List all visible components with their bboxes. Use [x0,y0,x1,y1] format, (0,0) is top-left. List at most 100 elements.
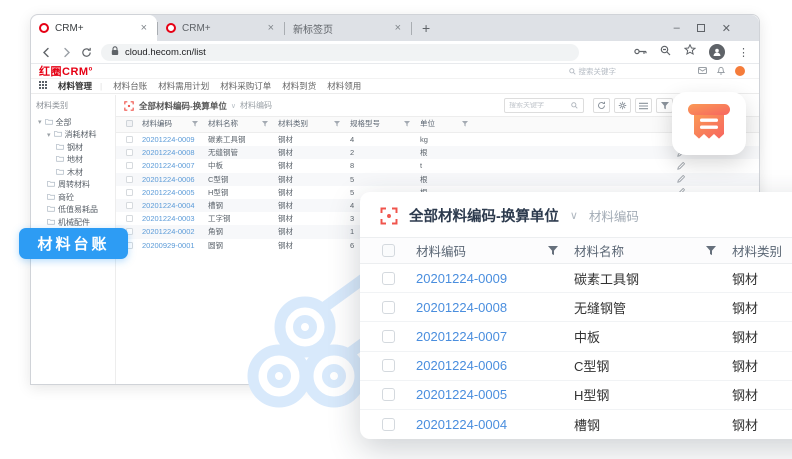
nav-item[interactable]: 材料管理 | [58,80,102,92]
table-row[interactable]: 20201224-0006 C型钢 钢材 5 根 [116,173,759,186]
row-checkbox[interactable] [126,149,133,156]
overlay-view-title[interactable]: 全部材料编码-换算单位 [409,205,559,226]
material-code-link[interactable]: 20201224-0008 [416,300,574,315]
material-code-link[interactable]: 20201224-0009 [142,135,208,144]
overlay-table-row[interactable]: 20201224-0006 C型钢 钢材 [360,352,792,381]
overlay-column-header[interactable]: 材料类别 [732,241,792,260]
material-code-link[interactable]: 20201224-0004 [142,201,208,210]
filter-funnel-icon[interactable] [334,121,340,127]
overlay-row-checkbox[interactable] [382,330,395,343]
overlay-row-checkbox[interactable] [382,418,395,431]
bookmark-star-icon[interactable] [684,43,696,61]
overlay-column-header[interactable]: 材料编码 [416,241,574,260]
nav-item[interactable]: 材料到货 | [282,80,316,92]
apps-grid-icon[interactable] [39,81,47,91]
material-code-link[interactable]: 20201224-0002 [142,227,208,236]
nav-item[interactable]: 材料领用 | [327,80,361,92]
tree-node[interactable]: ▾ 木材 [36,166,115,179]
material-code-link[interactable]: 20201224-0004 [416,417,574,432]
global-search[interactable]: 搜索关键字 [569,66,617,77]
bell-icon[interactable] [717,62,725,80]
nav-item[interactable]: 材料需用计划 | [158,80,209,92]
row-checkbox[interactable] [126,189,133,196]
tree-node[interactable]: ▾ 全部 [36,116,115,129]
edit-pencil-icon[interactable] [478,162,759,170]
overlay-table-row[interactable]: 20201224-0004 槽钢 钢材 [360,410,792,439]
close-window-button[interactable]: ✕ [722,22,731,35]
zoom-icon[interactable] [660,43,671,61]
tree-node[interactable]: ▾ 周转材料 [36,179,115,192]
material-code-link[interactable]: 20201224-0003 [142,214,208,223]
table-row[interactable]: 20201224-0007 中板 钢材 8 t [116,159,759,172]
tab-close-icon[interactable]: × [266,23,276,33]
select-all-checkbox[interactable] [126,120,133,127]
overlay-table-row[interactable]: 20201224-0008 无缝钢管 钢材 [360,293,792,322]
profile-avatar[interactable] [709,44,725,60]
chevron-down-icon[interactable]: ∨ [231,102,236,110]
back-icon[interactable] [41,47,52,58]
table-row[interactable]: 20201224-0009 碳素工具钢 钢材 4 kg [116,133,759,146]
material-code-link[interactable]: 20201224-0005 [142,188,208,197]
user-avatar[interactable] [735,66,745,76]
tree-node[interactable]: ▾ 机械配件 [36,216,115,229]
browser-tab[interactable]: CRM+ × [31,15,157,41]
message-icon[interactable] [698,62,707,80]
tab-close-icon[interactable]: × [393,23,403,33]
overlay-table-row[interactable]: 20201224-0007 中板 钢材 [360,322,792,351]
overlay-column-header[interactable]: 材料名称 [574,241,732,260]
filter-funnel-icon[interactable] [262,121,268,127]
refresh-icon[interactable] [81,47,92,58]
column-header[interactable]: 材料编码 [142,118,208,129]
overlay-row-checkbox[interactable] [382,301,395,314]
overlay-table-row[interactable]: 20201224-0005 H型钢 钢材 [360,381,792,410]
material-code-link[interactable]: 20201224-0009 [416,271,574,286]
material-code-link[interactable]: 20200929-0001 [142,241,208,250]
view-title[interactable]: 全部材料编码-换算单位 [139,100,227,112]
minimize-button[interactable]: – [674,22,680,34]
filter-funnel-icon[interactable] [404,121,410,127]
tree-node[interactable]: ▾ 地材 [36,154,115,167]
nav-item[interactable]: 材料采购订单 | [220,80,271,92]
refresh-table-button[interactable] [593,98,610,113]
tree-node[interactable]: ▾ 低值易耗品 [36,204,115,217]
material-code-link[interactable]: 20201224-0007 [416,329,574,344]
new-tab-button[interactable]: + [412,20,440,36]
column-header[interactable]: 单位 [420,118,478,129]
material-code-link[interactable]: 20201224-0005 [416,387,574,402]
table-search[interactable] [504,98,584,113]
browser-tab[interactable]: 新标签页 × [285,15,411,41]
material-code-link[interactable]: 20201224-0006 [142,175,208,184]
browser-menu-icon[interactable]: ⋮ [738,46,749,59]
tree-node[interactable]: ▾ 商砼 [36,191,115,204]
material-code-link[interactable]: 20201224-0008 [142,148,208,157]
overlay-select-all-checkbox[interactable] [382,244,395,257]
column-header[interactable]: 材料名称 [208,118,278,129]
row-checkbox[interactable] [126,162,133,169]
chevron-down-icon[interactable]: ∨ [570,209,578,222]
edit-pencil-icon[interactable] [478,175,759,183]
tree-node[interactable]: ▾ 消耗材料 [36,129,115,142]
row-checkbox[interactable] [126,136,133,143]
table-search-input[interactable] [509,102,571,109]
settings-gear-button[interactable] [614,98,631,113]
overlay-row-checkbox[interactable] [382,272,395,285]
row-checkbox[interactable] [126,202,133,209]
row-checkbox[interactable] [126,176,133,183]
browser-tab[interactable]: CRM+ × [158,15,284,41]
column-header[interactable]: 材料类别 [278,118,350,129]
filter-funnel-icon[interactable] [462,121,468,127]
tree-node[interactable]: ▾ 钢材 [36,141,115,154]
key-icon[interactable] [634,43,647,61]
filter-funnel-icon[interactable] [706,246,716,256]
material-code-link[interactable]: 20201224-0007 [142,161,208,170]
list-view-button[interactable] [635,98,652,113]
column-header[interactable]: 规格型号 [350,118,420,129]
tab-close-icon[interactable]: × [139,23,149,33]
restore-button[interactable] [697,24,705,32]
filter-funnel-icon[interactable] [548,246,558,256]
overlay-table-row[interactable]: 20201224-0009 碳素工具钢 钢材 [360,264,792,293]
material-code-link[interactable]: 20201224-0006 [416,358,574,373]
forward-icon[interactable] [61,47,72,58]
overlay-row-checkbox[interactable] [382,359,395,372]
table-row[interactable]: 20201224-0008 无缝钢管 钢材 2 根 [116,146,759,159]
